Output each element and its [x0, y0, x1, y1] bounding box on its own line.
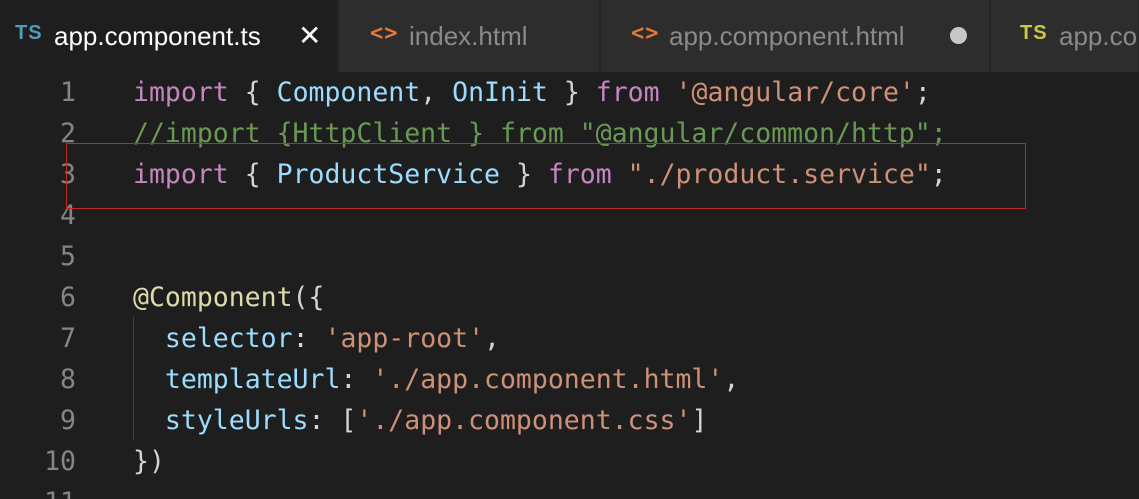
line-number: 6	[60, 282, 76, 313]
code-token: './app.component.css'	[356, 405, 692, 436]
code-token: })	[133, 446, 165, 477]
tab-label: app.component.ts	[54, 21, 261, 51]
code-token: ({	[292, 282, 325, 313]
code-token: ,	[420, 77, 453, 108]
tab-index-html[interactable]: <> index.html	[339, 0, 600, 72]
line-number: 2	[60, 118, 76, 149]
code-token: :	[340, 364, 373, 395]
code-line[interactable]: 10})	[0, 441, 1139, 482]
tab-app-component-ts-2[interactable]: TS app.co	[991, 0, 1139, 72]
code-line[interactable]: 9 styleUrls: ['./app.component.css']	[0, 400, 1139, 441]
line-number: 4	[60, 200, 76, 231]
code-text: selector: 'app-root',	[133, 318, 500, 359]
code-token: ;	[914, 77, 931, 108]
tab-label: app.component.html	[669, 21, 905, 51]
typescript-file-icon: TS	[15, 22, 43, 44]
line-number: 11	[0, 482, 76, 499]
html-file-icon: <>	[631, 21, 660, 46]
line-number: 1	[60, 77, 76, 108]
code-token: from	[595, 77, 660, 108]
code-token: Component	[276, 77, 421, 108]
code-token: }	[547, 77, 596, 108]
line-number: 3	[60, 159, 76, 190]
code-token: '@angular/core'	[675, 77, 915, 108]
code-line[interactable]: 1 import { Component, OnInit } from '@ang…	[0, 72, 1139, 113]
code-token: styleUrls	[164, 405, 309, 436]
tab-label: app.co	[1059, 21, 1138, 51]
code-token: ,	[484, 323, 500, 354]
code-token: templateUrl	[164, 364, 341, 395]
close-icon[interactable]: ✕	[298, 19, 321, 52]
unsaved-changes-dot-icon[interactable]	[950, 27, 967, 44]
code-text: })	[133, 441, 165, 482]
code-line[interactable]: 5	[0, 236, 1139, 277]
editor-tab-bar: TS app.component.ts ✕ <> index.html <> a…	[0, 0, 1139, 72]
line-number: 5	[60, 241, 76, 272]
code-token: import	[133, 77, 229, 108]
tab-app-component-html[interactable]: <> app.component.html	[601, 0, 990, 72]
code-token: :	[292, 323, 325, 354]
code-token: ,	[723, 364, 740, 395]
tab-app-component-ts[interactable]: TS app.component.ts ✕	[0, 0, 338, 72]
tab-label: index.html	[409, 21, 528, 51]
code-text: @Component({	[133, 277, 324, 318]
typescript-file-icon: TS	[1020, 22, 1048, 44]
code-line[interactable]: 11	[0, 482, 1139, 499]
line-number: 9	[60, 405, 76, 436]
code-text: styleUrls: ['./app.component.css']	[133, 400, 707, 441]
line-number: 10	[44, 446, 76, 477]
html-file-icon: <>	[370, 21, 399, 46]
code-token: : [	[308, 405, 357, 436]
highlight-annotation-box	[66, 143, 1026, 209]
code-text: import { Component, OnInit } from '@angu…	[133, 72, 931, 113]
code-token: 'app-root'	[324, 323, 485, 354]
code-line[interactable]: 6 @Component({	[0, 277, 1139, 318]
code-token: {	[228, 77, 277, 108]
code-token: OnInit	[452, 77, 548, 108]
line-number: 7	[60, 323, 76, 354]
line-number: 8	[60, 364, 76, 395]
code-line[interactable]: 8 templateUrl: './app.component.html',	[0, 359, 1139, 400]
code-line[interactable]: 7 selector: 'app-root',	[0, 318, 1139, 359]
code-token: @Component	[133, 282, 293, 313]
code-token: ]	[691, 405, 708, 436]
code-token: './app.component.html'	[372, 364, 724, 395]
code-editor[interactable]: 1 import { Component, OnInit } from '@ang…	[0, 72, 1139, 499]
code-text: templateUrl: './app.component.html',	[133, 359, 739, 400]
code-token: selector	[164, 323, 293, 354]
